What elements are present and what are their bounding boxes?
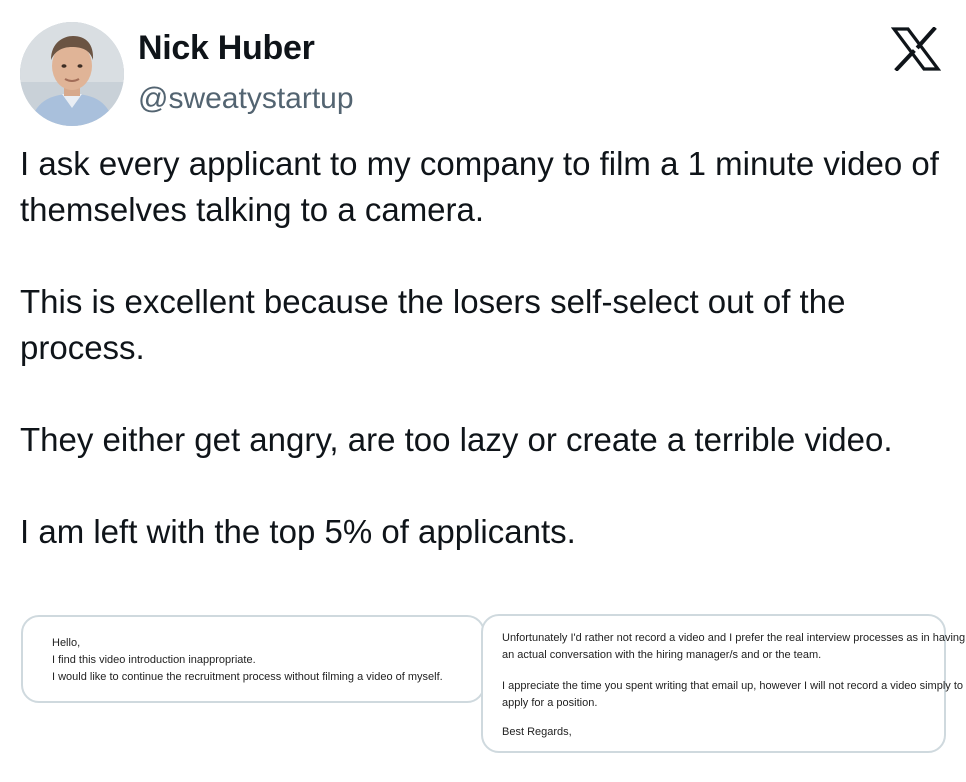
email-screenshot-left[interactable]: Hello, I find this video introduction in…	[21, 615, 485, 703]
x-logo-icon[interactable]	[891, 27, 941, 71]
tweet-paragraph: I am left with the top 5% of applicants.	[20, 513, 576, 550]
email-line: Unfortunately I'd rather not record a vi…	[502, 632, 966, 644]
tweet-text: I ask every applicant to my company to f…	[20, 141, 950, 555]
email-line: I find this video introduction inappropr…	[52, 654, 256, 666]
author-display-name[interactable]: Nick Huber	[138, 29, 315, 68]
email-line: I appreciate the time you spent writing …	[502, 680, 964, 692]
avatar[interactable]	[20, 22, 124, 126]
tweet-paragraph: This is excellent because the losers sel…	[20, 283, 846, 366]
email-line: apply for a position.	[502, 697, 598, 709]
tweet-paragraph: I ask every applicant to my company to f…	[20, 145, 939, 228]
tweet-paragraph: They either get angry, are too lazy or c…	[20, 421, 893, 458]
email-screenshot-right[interactable]: Unfortunately I'd rather not record a vi…	[481, 614, 966, 753]
author-handle[interactable]: @sweatystartup	[138, 82, 354, 116]
email-line: Hello,	[52, 637, 81, 649]
email-line: Best Regards,	[502, 726, 572, 738]
email-line: an actual conversation with the hiring m…	[502, 649, 822, 661]
person-portrait-icon	[20, 22, 124, 126]
email-line: I would like to continue the recruitment…	[52, 671, 443, 683]
